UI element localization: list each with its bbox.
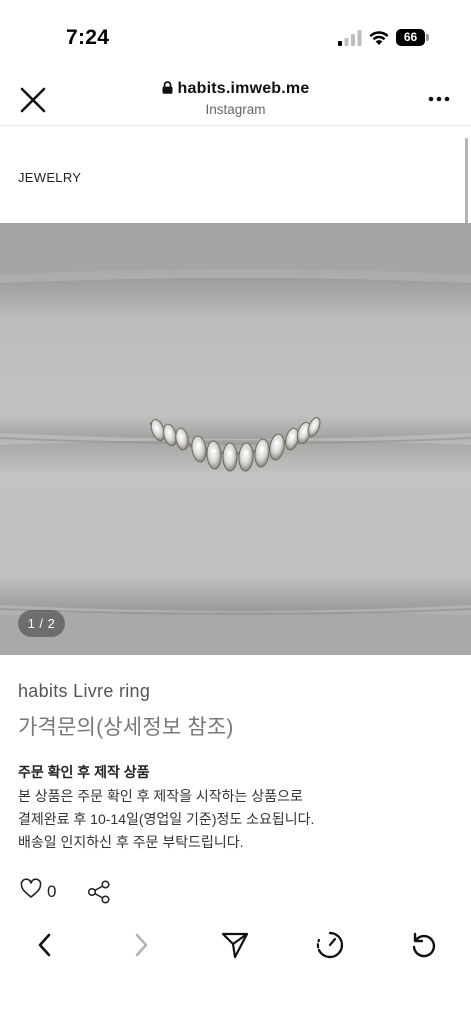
url-source: Instagram bbox=[205, 102, 266, 117]
category-label: JEWELRY bbox=[18, 170, 82, 185]
wifi-icon bbox=[369, 31, 389, 45]
product-price: 가격문의(상세정보 참조) bbox=[18, 716, 234, 739]
image-counter: 1 / 2 bbox=[18, 610, 65, 637]
cellular-signal-icon bbox=[338, 30, 362, 46]
notice-line: 본 상품은 주문 확인 후 제작을 시작하는 상품으로 bbox=[18, 788, 303, 804]
like-count: 0 bbox=[47, 882, 57, 901]
browser-header: habits.imweb.me Instagram bbox=[0, 72, 471, 126]
status-bar: 7:24 66 bbox=[0, 0, 471, 72]
lock-icon bbox=[162, 81, 173, 94]
browser-bottom-nav bbox=[0, 920, 471, 970]
close-icon[interactable] bbox=[18, 85, 48, 115]
heart-icon[interactable] bbox=[20, 878, 42, 900]
url-display[interactable]: habits.imweb.me Instagram bbox=[100, 80, 371, 117]
product-image[interactable] bbox=[0, 223, 471, 655]
url-text: habits.imweb.me bbox=[177, 80, 310, 97]
notice-line: 결제완료 후 10-14일(영업일 기준)정도 소요됩니다. bbox=[18, 811, 315, 827]
more-icon[interactable] bbox=[427, 89, 451, 109]
ring-photo bbox=[0, 223, 471, 655]
battery-icon: 66 bbox=[396, 29, 429, 46]
chevron-right-icon[interactable] bbox=[126, 930, 156, 960]
chevron-left-icon[interactable] bbox=[30, 930, 60, 960]
product-name: habits Livre ring bbox=[18, 681, 151, 701]
notice-title: 주문 확인 후 제작 상품 bbox=[18, 764, 150, 780]
share-icon[interactable] bbox=[86, 879, 112, 905]
notice-line: 배송일 인지하신 후 주문 부탁드립니다. bbox=[18, 834, 244, 850]
status-time: 7:24 bbox=[66, 26, 110, 49]
send-icon[interactable] bbox=[220, 930, 250, 960]
timer-icon[interactable] bbox=[315, 930, 345, 960]
refresh-icon[interactable] bbox=[409, 930, 439, 960]
battery-level: 66 bbox=[396, 29, 425, 46]
